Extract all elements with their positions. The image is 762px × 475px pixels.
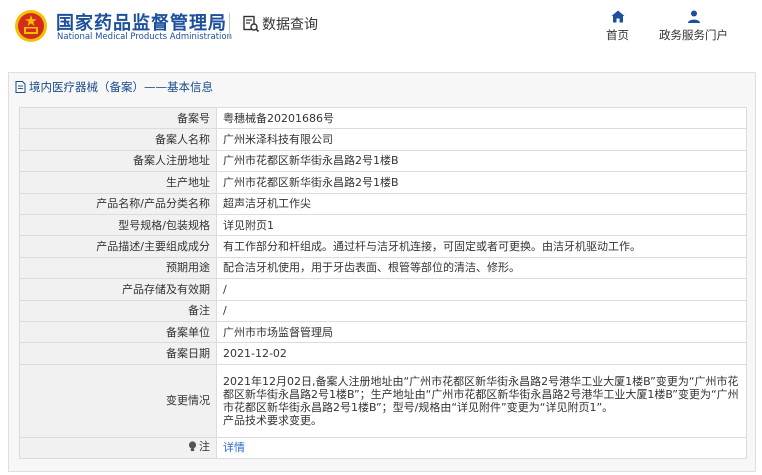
user-icon (687, 10, 700, 23)
table-row: 型号规格/包装规格 详见附页1 (19, 213, 747, 237)
field-label: 型号规格/包装规格 (19, 213, 217, 237)
field-value: 广州市花都区新华街永昌路2号1楼B (216, 149, 747, 173)
home-icon (611, 10, 624, 23)
table-row: 预期用途 配合洁牙机使用，用于牙齿表面、根管等部位的清洁、修形。 (19, 256, 747, 280)
panel-header: 境内医疗器械（备案）——基本信息 (9, 73, 755, 101)
table-row: 备注 / (19, 299, 747, 322)
field-value: 粤穗械备20201686号 (216, 106, 747, 130)
nav-service-portal-label: 政务服务门户 (659, 28, 728, 42)
field-label: 备案日期 (19, 342, 217, 365)
detail-panel: 境内医疗器械（备案）——基本信息 备案号 粤穗械备20201686号 备案人名称 广州… (8, 72, 756, 472)
table-row: 生产地址 广州市花都区新华街永昌路2号1楼B (19, 171, 747, 194)
field-label: 备案人名称 (19, 128, 217, 151)
field-value: / (216, 278, 747, 301)
field-value: 有工作部分和杆组成。通过杆与洁牙机连接，可固定或者可更换。由洁牙机驱动工作。 (216, 235, 747, 258)
table-row-change: 变更情况 2021年12月02日,备案人注册地址由“广州市花都区新华街永昌路2号港… (19, 363, 747, 438)
field-value: / (216, 299, 747, 322)
record-table: 备案号 粤穗械备20201686号 备案人名称 广州米泽科技有限公司 备案人注册地址 广州… (19, 106, 747, 460)
nav-service-portal[interactable]: 政务服务门户 (659, 10, 728, 43)
field-label: 预期用途 (19, 256, 217, 280)
field-value: 广州市花都区新华街永昌路2号1楼B (216, 171, 747, 194)
document-search-icon (243, 15, 260, 33)
field-label: 备注 (19, 299, 217, 322)
change-value: 2021年12月02日,备案人注册地址由“广州市花都区新华街永昌路2号港华工业大… (216, 363, 747, 438)
field-label: 备案人注册地址 (19, 149, 217, 173)
note-label-cell: 注 (19, 436, 217, 460)
nav-home[interactable]: 首页 (606, 10, 629, 43)
detail-link[interactable]: 详情 (223, 441, 245, 454)
note-value: 详情 (216, 436, 747, 460)
field-label: 备案单位 (19, 320, 217, 344)
field-value: 广州米泽科技有限公司 (216, 128, 747, 151)
bulb-icon (188, 441, 197, 452)
field-value: 2021-12-02 (216, 342, 747, 365)
data-query-label: 数据查询 (262, 17, 318, 33)
table-row-note: 注详情 (19, 436, 747, 460)
table-row: 备案单位 广州市市场监督管理局 (19, 320, 747, 344)
header-divider (229, 13, 230, 39)
table-row: 备案人注册地址 广州市花都区新华街永昌路2号1楼B (19, 149, 747, 173)
table-row: 备案人名称 广州米泽科技有限公司 (19, 128, 747, 151)
data-query-link[interactable]: 数据查询 (242, 14, 318, 34)
panel-title: 境内医疗器械（备案）——基本信息 (29, 80, 213, 94)
national-emblem-icon (15, 10, 47, 42)
field-label: 生产地址 (19, 171, 217, 194)
note-label: 注 (188, 440, 210, 453)
field-label: 产品名称/产品分类名称 (19, 192, 217, 215)
table-row: 产品存储及有效期 / (19, 278, 747, 301)
field-value: 广州市市场监督管理局 (216, 320, 747, 344)
document-icon (15, 81, 26, 93)
brand-subtitle: National Medical Products Administration (57, 32, 232, 42)
table-row: 产品名称/产品分类名称 超声洁牙机工作尖 (19, 192, 747, 215)
table-row: 备案日期 2021-12-02 (19, 342, 747, 365)
field-label: 产品存储及有效期 (19, 278, 217, 301)
field-value: 详见附页1 (216, 213, 747, 237)
site-header: 国家药品监督管理局 National Medical Products Admi… (0, 0, 762, 62)
field-label: 备案号 (19, 106, 217, 130)
table-row: 备案号 粤穗械备20201686号 (19, 106, 747, 130)
note-label-text: 注 (199, 440, 210, 454)
field-label: 产品描述/主要组成成分 (19, 235, 217, 258)
field-value: 超声洁牙机工作尖 (216, 192, 747, 215)
field-value: 配合洁牙机使用，用于牙齿表面、根管等部位的清洁、修形。 (216, 256, 747, 280)
nav-home-label: 首页 (606, 28, 629, 42)
change-label: 变更情况 (19, 363, 217, 438)
table-row: 产品描述/主要组成成分 有工作部分和杆组成。通过杆与洁牙机连接，可固定或者可更换。… (19, 235, 747, 258)
